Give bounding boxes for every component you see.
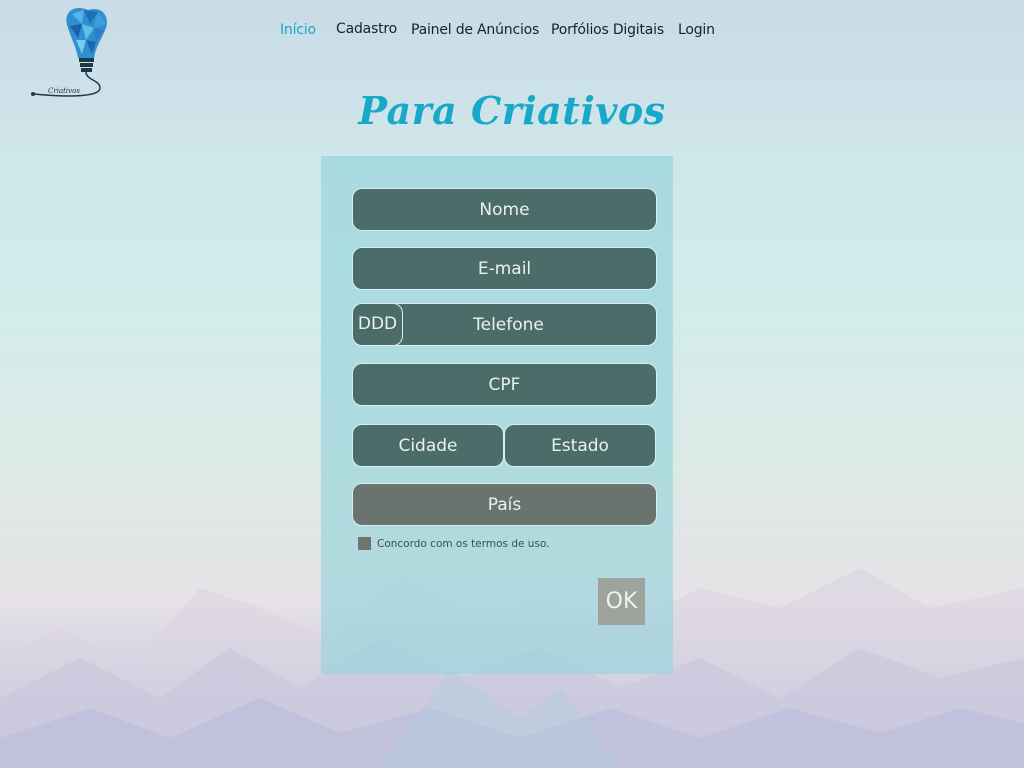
registration-form: Nome E-mail DDD Telefone CPF Cidade Esta… bbox=[321, 156, 673, 674]
nav-item-inicio[interactable]: Início bbox=[280, 22, 316, 38]
page-title: Para Criativos bbox=[358, 88, 666, 133]
terms-checkbox[interactable] bbox=[358, 537, 371, 550]
terms-row: Concordo com os termos de uso. bbox=[358, 537, 550, 550]
nav-item-porfolios-digitais[interactable]: Porfólios Digitais bbox=[551, 22, 664, 38]
terms-label[interactable]: Concordo com os termos de uso. bbox=[377, 538, 550, 550]
nav-item-painel-de-anuncios[interactable]: Painel de Anúncios bbox=[411, 22, 539, 38]
telefone-field[interactable]: DDD Telefone bbox=[352, 302, 657, 346]
telefone-placeholder: Telefone bbox=[473, 314, 544, 335]
estado-field[interactable]: Estado bbox=[504, 424, 656, 467]
top-navigation: Início Cadastro Painel de Anúncios Porfó… bbox=[0, 21, 1024, 42]
ddd-field[interactable]: DDD bbox=[352, 302, 403, 346]
nome-field[interactable]: Nome bbox=[352, 188, 657, 231]
cidade-field[interactable]: Cidade bbox=[352, 424, 504, 467]
nav-item-cadastro[interactable]: Cadastro bbox=[336, 21, 397, 37]
nav-item-login[interactable]: Login bbox=[678, 22, 715, 38]
pais-field[interactable]: País bbox=[352, 483, 657, 526]
email-field[interactable]: E-mail bbox=[352, 247, 657, 290]
cpf-field[interactable]: CPF bbox=[352, 363, 657, 406]
ok-button[interactable]: OK bbox=[598, 578, 645, 625]
